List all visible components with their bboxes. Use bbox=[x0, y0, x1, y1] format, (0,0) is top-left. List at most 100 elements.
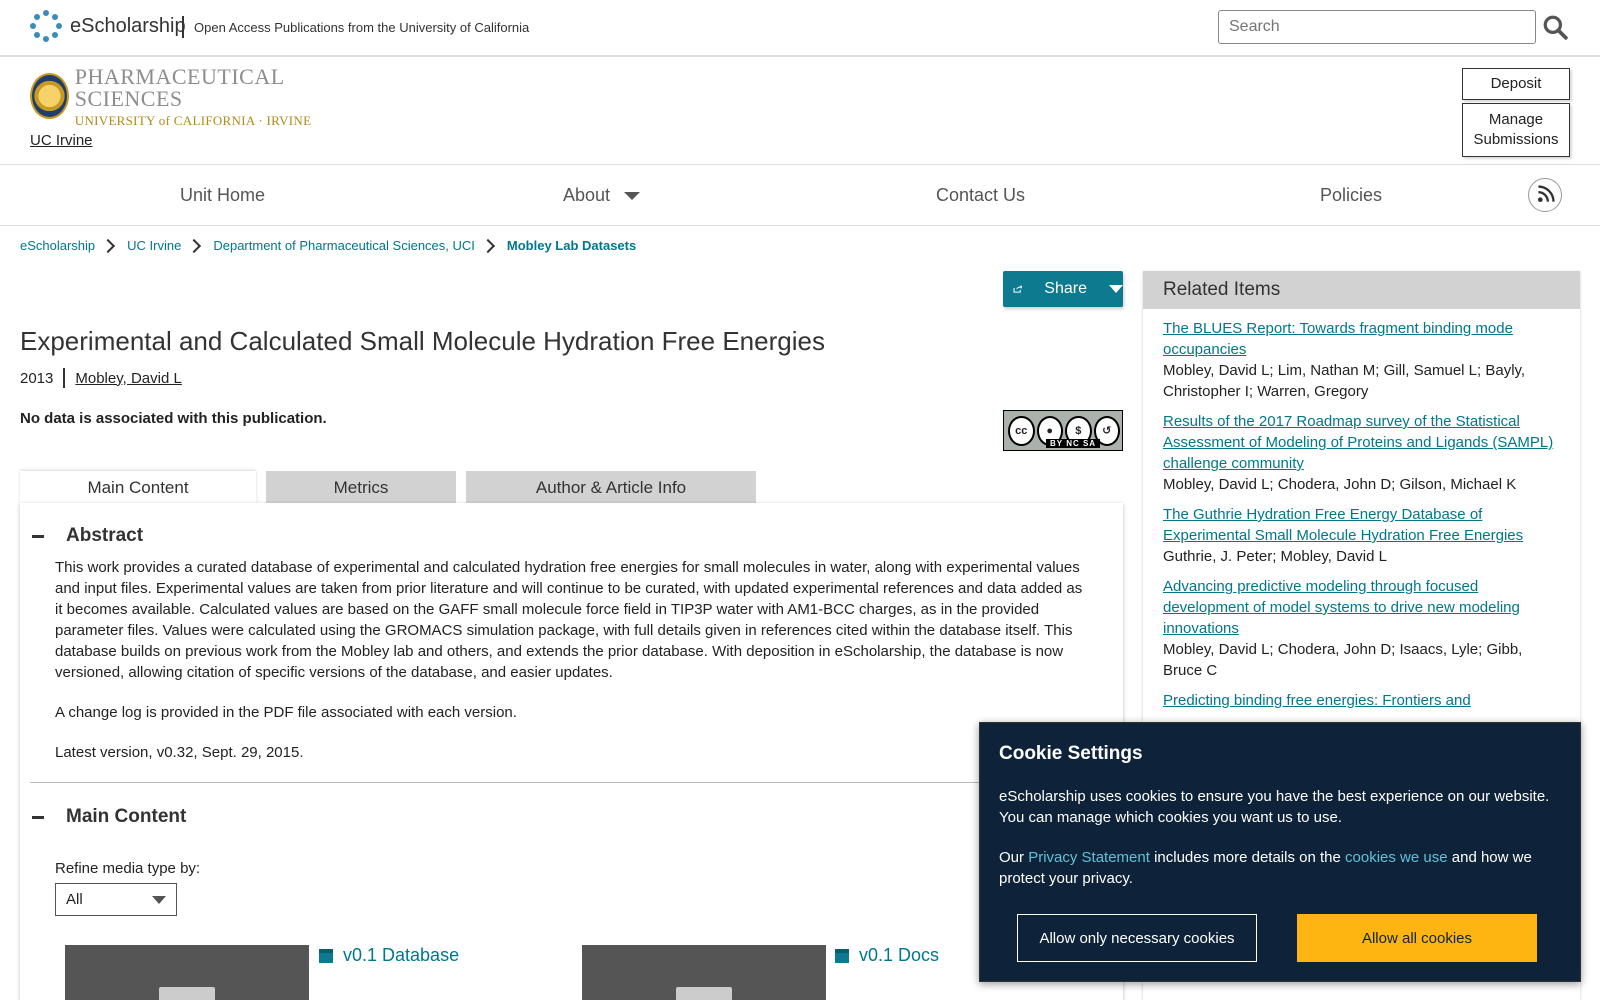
cookie-description: eScholarship uses cookies to ensure you … bbox=[999, 788, 1550, 826]
media-thumbnail[interactable] bbox=[65, 945, 309, 1000]
related-item-link[interactable]: Advancing predictive modeling through fo… bbox=[1163, 576, 1560, 639]
related-item-authors: Guthrie, J. Peter; Mobley, David L bbox=[1163, 548, 1387, 565]
breadcrumb-department[interactable]: Department of Pharmaceutical Sciences, U… bbox=[213, 238, 475, 253]
cookie-text-part: Our bbox=[999, 849, 1029, 866]
nav-contact-us[interactable]: Contact Us bbox=[936, 185, 1025, 206]
breadcrumb-uc-irvine[interactable]: UC Irvine bbox=[127, 238, 181, 253]
brand-name: eScholarship bbox=[70, 14, 186, 37]
author-link[interactable]: Mobley, David L bbox=[75, 370, 181, 387]
archive-icon bbox=[319, 948, 333, 963]
collapse-icon bbox=[32, 534, 44, 538]
cookies-we-use-link[interactable]: cookies we use bbox=[1345, 849, 1448, 866]
breadcrumb: eScholarship UC Irvine Department of Pha… bbox=[20, 238, 636, 253]
refine-media-label: Refine media type by: bbox=[55, 860, 201, 877]
related-item-authors: Mobley, David L; Chodera, John D; Gilson… bbox=[1163, 476, 1517, 493]
chevron-right-icon bbox=[101, 238, 116, 253]
nav-policies[interactable]: Policies bbox=[1320, 185, 1382, 206]
media-title: v0.1 Database bbox=[343, 945, 460, 965]
share-icon bbox=[1013, 284, 1023, 293]
rss-icon[interactable] bbox=[1528, 178, 1562, 212]
cookie-settings-dialog: Cookie Settings eScholarship uses cookie… bbox=[979, 722, 1581, 982]
chevron-down-icon bbox=[624, 192, 641, 201]
media-type-select[interactable]: All bbox=[55, 883, 177, 916]
related-item-link[interactable]: Predicting binding free energies: Fronti… bbox=[1163, 690, 1560, 711]
cc-icon: cc bbox=[1008, 415, 1035, 446]
unit-banner-text: PHARMACEUTICAL SCIENCES UNIVERSITY of CA… bbox=[74, 63, 342, 128]
related-item-authors: Mobley, David L; Lim, Nathan M; Gill, Sa… bbox=[1163, 362, 1526, 400]
abstract-paragraph: A change log is provided in the PDF file… bbox=[55, 704, 517, 721]
media-link-database[interactable]: v0.1 Database bbox=[319, 945, 459, 966]
nav-about-label: About bbox=[563, 185, 611, 205]
allow-all-cookies-button[interactable]: Allow all cookies bbox=[1297, 914, 1537, 962]
collapse-icon bbox=[32, 815, 44, 819]
share-label: Share bbox=[1044, 280, 1087, 297]
chevron-right-icon bbox=[187, 238, 202, 253]
article-tabs: Main Content Metrics Author & Article In… bbox=[20, 471, 766, 504]
related-item-authors: Mobley, David L; Chodera, John D; Isaacs… bbox=[1163, 641, 1523, 679]
campus-link[interactable]: UC Irvine bbox=[30, 132, 93, 149]
escholarship-logo-icon bbox=[30, 10, 62, 42]
abstract-heading-label: Abstract bbox=[66, 525, 144, 546]
cookie-title: Cookie Settings bbox=[999, 743, 1143, 764]
privacy-statement-link[interactable]: Privacy Statement bbox=[1028, 849, 1150, 866]
banner-line1: PHARMACEUTICAL SCIENCES bbox=[74, 63, 284, 111]
meta-separator bbox=[63, 368, 66, 388]
nav-unit-home[interactable]: Unit Home bbox=[180, 185, 265, 206]
chevron-down-icon bbox=[1109, 285, 1123, 293]
chevron-down-icon bbox=[152, 895, 166, 904]
related-item: The BLUES Report: Towards fragment bindi… bbox=[1143, 318, 1580, 402]
related-item-link[interactable]: The BLUES Report: Towards fragment bindi… bbox=[1163, 318, 1560, 360]
escholarship-logo[interactable]: eScholarship bbox=[30, 10, 186, 42]
main-content-heading-label: Main Content bbox=[66, 806, 187, 827]
abstract-paragraph: Latest version, v0.32, Sept. 29, 2015. bbox=[55, 744, 304, 761]
abstract-paragraph: This work provides a curated database of… bbox=[55, 559, 1083, 681]
tab-metrics[interactable]: Metrics bbox=[266, 471, 456, 504]
cc-license-badge[interactable]: cc ● $ ↺ BY NC SA bbox=[1003, 410, 1123, 451]
logo-separator bbox=[182, 16, 184, 38]
uc-seal-logo bbox=[30, 73, 69, 119]
media-link-docs[interactable]: v0.1 Docs bbox=[835, 945, 939, 966]
related-items-heading: Related Items bbox=[1143, 271, 1580, 309]
main-content-heading[interactable]: Main Content bbox=[32, 806, 186, 828]
top-bar: eScholarship Open Access Publications fr… bbox=[0, 0, 1600, 57]
no-data-notice: No data is associated with this publicat… bbox=[20, 410, 327, 427]
unit-nav: Unit Home About Contact Us Policies bbox=[0, 164, 1600, 226]
search-icon[interactable] bbox=[1542, 14, 1568, 40]
related-item-link[interactable]: The Guthrie Hydration Free Energy Databa… bbox=[1163, 504, 1560, 546]
article-meta: 2013 Mobley, David L bbox=[20, 368, 182, 388]
section-divider bbox=[30, 782, 1110, 783]
related-item-link[interactable]: Results of the 2017 Roadmap survey of th… bbox=[1163, 411, 1560, 474]
manage-submissions-button[interactable]: Manage Submissions bbox=[1462, 103, 1570, 157]
chevron-right-icon bbox=[480, 238, 495, 253]
banner-line2: UNIVERSITY of CALIFORNIA · IRVINE bbox=[74, 112, 312, 128]
unit-banner[interactable]: PHARMACEUTICAL SCIENCES UNIVERSITY of CA… bbox=[30, 65, 342, 127]
media-type-value: All bbox=[66, 891, 83, 908]
article-title: Experimental and Calculated Small Molecu… bbox=[20, 326, 825, 356]
breadcrumb-current[interactable]: Mobley Lab Datasets bbox=[507, 238, 636, 253]
site-tagline: Open Access Publications from the Univer… bbox=[194, 20, 530, 35]
breadcrumb-escholarship[interactable]: eScholarship bbox=[20, 238, 95, 253]
share-button[interactable]: Share bbox=[1003, 271, 1123, 307]
tab-author-article-info[interactable]: Author & Article Info bbox=[466, 471, 756, 504]
archive-icon bbox=[835, 948, 849, 963]
thumbnail-placeholder bbox=[676, 987, 732, 1000]
pub-year: 2013 bbox=[20, 369, 54, 387]
nav-about[interactable]: About bbox=[563, 185, 641, 206]
related-item: Predicting binding free energies: Fronti… bbox=[1143, 690, 1580, 711]
tab-main-content[interactable]: Main Content bbox=[20, 471, 256, 504]
license-label: BY NC SA bbox=[1046, 439, 1101, 448]
main-content-panel: Abstract This work provides a curated da… bbox=[20, 503, 1123, 1000]
abstract-heading[interactable]: Abstract bbox=[32, 525, 143, 547]
search-input[interactable] bbox=[1218, 10, 1536, 44]
related-item: Results of the 2017 Roadmap survey of th… bbox=[1143, 411, 1580, 495]
abstract-body: This work provides a curated database of… bbox=[55, 557, 1085, 782]
media-title: v0.1 Docs bbox=[859, 945, 940, 965]
deposit-button[interactable]: Deposit bbox=[1462, 68, 1570, 100]
cookie-text-part: includes more details on the bbox=[1149, 849, 1346, 866]
related-item: Advancing predictive modeling through fo… bbox=[1143, 576, 1580, 681]
related-item: The Guthrie Hydration Free Energy Databa… bbox=[1143, 504, 1580, 567]
allow-necessary-cookies-button[interactable]: Allow only necessary cookies bbox=[1017, 914, 1257, 962]
media-thumbnail[interactable] bbox=[582, 945, 826, 1000]
thumbnail-placeholder bbox=[159, 987, 215, 1000]
cookie-privacy-text: Our Privacy Statement includes more deta… bbox=[999, 847, 1564, 889]
